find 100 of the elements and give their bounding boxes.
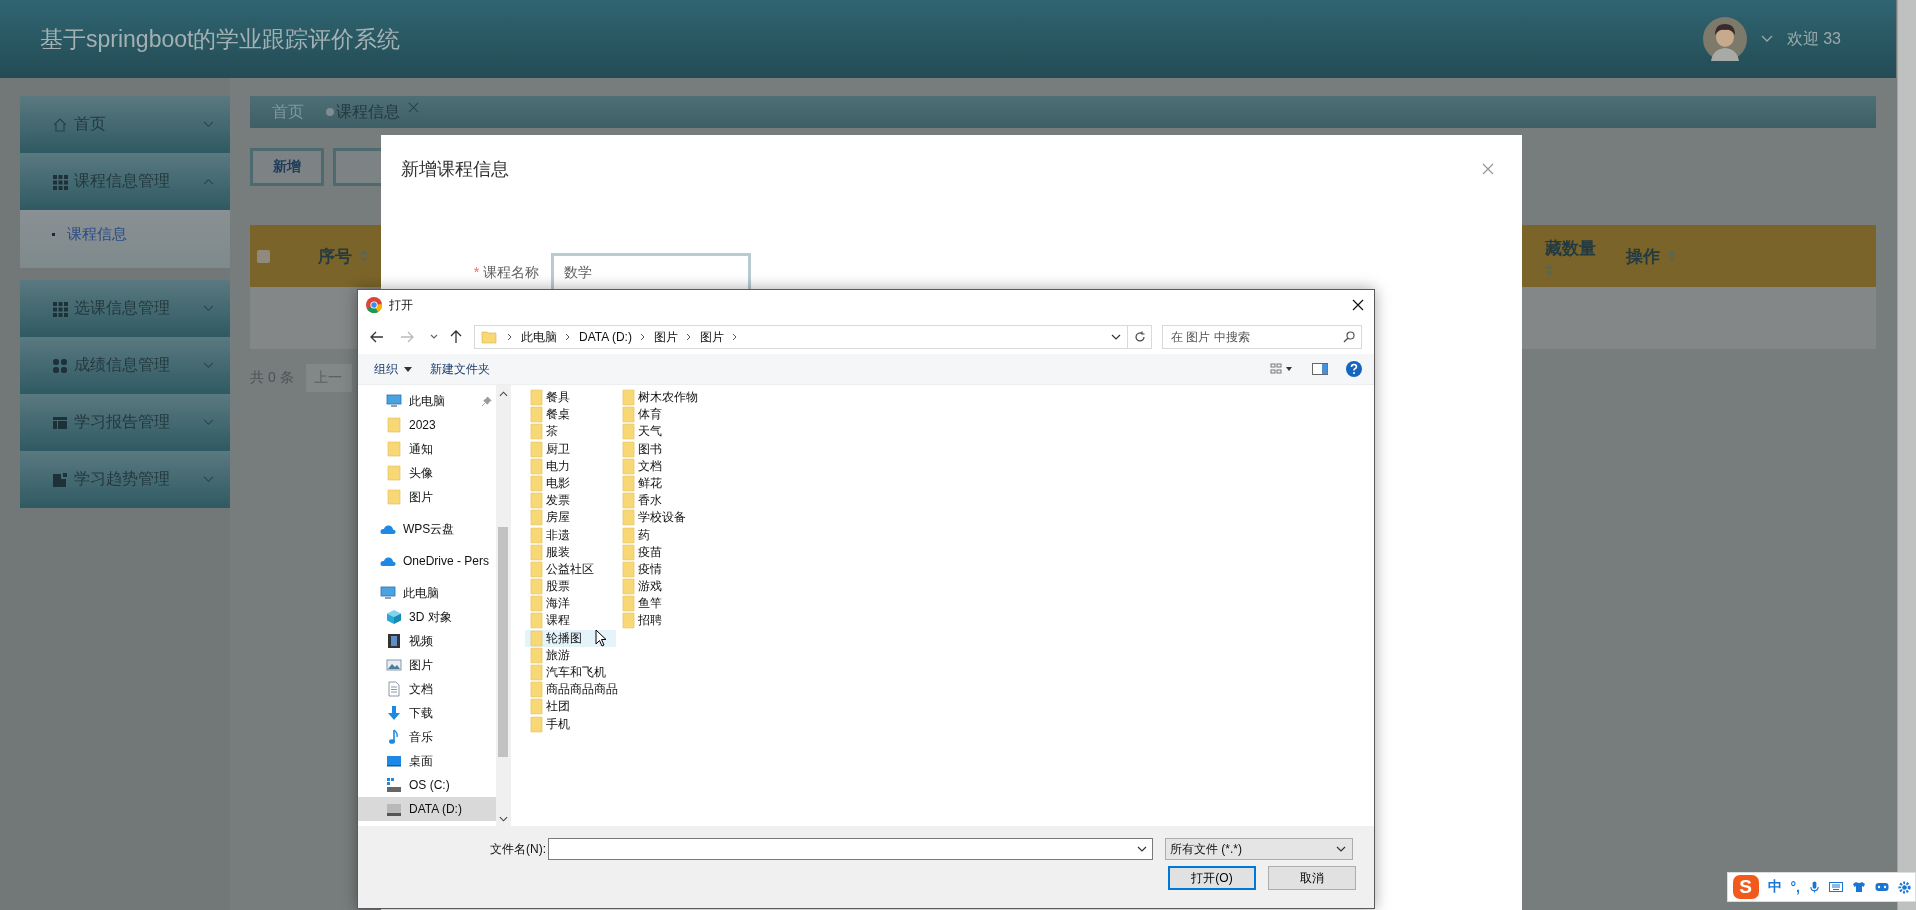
- nav-item[interactable]: 3D 对象: [358, 605, 496, 629]
- settings-icon[interactable]: [1898, 880, 1911, 894]
- folder-item[interactable]: 图书: [617, 440, 727, 458]
- folder-icon: [530, 646, 543, 664]
- folder-item[interactable]: 游戏: [617, 578, 727, 596]
- scrollbar[interactable]: [1897, 0, 1916, 910]
- folder-item[interactable]: 鱼竿: [617, 595, 727, 613]
- new-folder-button[interactable]: 新建文件夹: [430, 360, 490, 378]
- folder-item[interactable]: 汽车和飞机: [525, 664, 617, 681]
- dropdown-icon[interactable]: [1111, 334, 1121, 340]
- folder-item[interactable]: 树木农作物: [617, 389, 727, 406]
- folder-item[interactable]: 电影: [525, 474, 617, 492]
- folder-item[interactable]: 文档: [617, 457, 727, 475]
- nav-item[interactable]: 头像: [358, 461, 496, 485]
- scroll-up-icon[interactable]: [498, 391, 508, 397]
- path-segment[interactable]: DATA (D:): [579, 330, 632, 344]
- folder-item[interactable]: 餐具: [525, 389, 617, 406]
- layout-icon: [52, 414, 68, 431]
- dialog-title: 新增课程信息: [401, 158, 509, 181]
- dialog-button[interactable]: 打开(O): [1168, 866, 1256, 890]
- folder-item[interactable]: 鲜花: [617, 474, 727, 492]
- nav-item[interactable]: 此电脑: [358, 389, 496, 413]
- folder-item[interactable]: 学校设备: [617, 509, 727, 527]
- preview-pane-button[interactable]: [1312, 363, 1328, 375]
- folder-icon: [622, 595, 635, 613]
- folder-icon: [530, 406, 543, 424]
- folder-item[interactable]: 服装: [525, 543, 617, 561]
- nav-item[interactable]: OneDrive - Pers: [358, 549, 496, 573]
- path-segment[interactable]: 图片: [653, 328, 678, 346]
- back-arrow-icon[interactable]: [370, 331, 384, 343]
- folder-icon: [530, 526, 543, 544]
- nav-item[interactable]: 音乐: [358, 725, 496, 749]
- nav-item[interactable]: OS (C:): [358, 773, 496, 797]
- folder-item[interactable]: 疫苗: [617, 543, 727, 561]
- folder-item[interactable]: 发票: [525, 492, 617, 510]
- nav-item[interactable]: 文档: [358, 677, 496, 701]
- scrollbar[interactable]: [496, 385, 510, 826]
- folder-item[interactable]: 厨卫: [525, 440, 617, 458]
- microphone-icon[interactable]: [1809, 880, 1820, 894]
- folder-item[interactable]: 药: [617, 526, 727, 544]
- folder-item[interactable]: 手机: [525, 715, 617, 733]
- dropdown-icon[interactable]: [430, 334, 438, 340]
- avatar-icon[interactable]: [1702, 17, 1747, 61]
- caret-icon[interactable]: [1760, 35, 1773, 43]
- close-icon[interactable]: [1352, 299, 1364, 311]
- folder-item[interactable]: 商品商品商品: [525, 681, 617, 699]
- dropdown-icon[interactable]: [1137, 846, 1147, 852]
- pin-icon[interactable]: [481, 395, 492, 407]
- home-icon: [52, 116, 68, 133]
- folder-item[interactable]: 餐桌: [525, 406, 617, 424]
- folder-item[interactable]: 课程: [525, 612, 617, 630]
- folder-item[interactable]: 茶: [525, 423, 617, 441]
- folder-item[interactable]: 香水: [617, 492, 727, 510]
- folder-icon: [386, 489, 402, 505]
- scroll-down-icon[interactable]: [498, 816, 508, 822]
- nav-item[interactable]: 图片: [358, 653, 496, 677]
- grid-icon: [52, 300, 68, 317]
- nav-item[interactable]: 2023: [358, 413, 496, 437]
- folder-item[interactable]: 房屋: [525, 509, 617, 527]
- document-icon: [386, 681, 402, 697]
- keyboard-icon[interactable]: [1829, 882, 1843, 892]
- ime-mode-toggle[interactable]: °,: [1790, 879, 1800, 895]
- nav-item[interactable]: 下载: [358, 701, 496, 725]
- folder-item[interactable]: 社团: [525, 698, 617, 716]
- dialog-title: 打开: [389, 296, 413, 314]
- folder-item[interactable]: 轮播图: [525, 629, 616, 647]
- nav-item[interactable]: 此电脑: [358, 581, 496, 605]
- folder-item[interactable]: 公益社区: [525, 560, 617, 578]
- filename-field[interactable]: [548, 838, 1153, 860]
- nav-item[interactable]: 图片: [358, 485, 496, 509]
- address-bar[interactable]: 此电脑 DATA (D:) 图片 图片: [474, 325, 1128, 349]
- refresh-button[interactable]: [1128, 325, 1152, 349]
- shirt-icon[interactable]: [1852, 881, 1866, 893]
- nav-item[interactable]: 桌面: [358, 749, 496, 773]
- folder-item[interactable]: 旅游: [525, 646, 617, 664]
- nav-item[interactable]: 通知: [358, 437, 496, 461]
- nav-item[interactable]: WPS云盘: [358, 517, 496, 541]
- folder-item[interactable]: 体育: [617, 406, 727, 424]
- chevron-icon: [203, 305, 214, 312]
- path-segment[interactable]: 此电脑: [521, 328, 557, 346]
- folder-item[interactable]: 海洋: [525, 595, 617, 613]
- checkbox[interactable]: [257, 249, 270, 263]
- folder-item[interactable]: 电力: [525, 457, 617, 475]
- view-options-button[interactable]: [1270, 363, 1294, 375]
- search-field[interactable]: 在 图片 中搜索: [1162, 325, 1362, 349]
- path-segment[interactable]: 图片: [699, 328, 724, 346]
- gamepad-icon[interactable]: [1875, 882, 1889, 892]
- file-type-select[interactable]: 所有文件 (*.*): [1165, 838, 1353, 860]
- ime-mode-toggle[interactable]: 中: [1767, 878, 1782, 896]
- nav-item[interactable]: DATA (D:): [358, 797, 496, 821]
- folder-item[interactable]: 疫情: [617, 560, 727, 578]
- up-arrow-icon[interactable]: [450, 330, 462, 344]
- folder-item[interactable]: 招聘: [617, 612, 727, 630]
- help-icon[interactable]: [1346, 361, 1362, 377]
- dialog-button[interactable]: 取消: [1268, 866, 1356, 890]
- folder-item[interactable]: 非遗: [525, 526, 617, 544]
- nav-item[interactable]: 视频: [358, 629, 496, 653]
- folder-item[interactable]: 天气: [617, 423, 727, 441]
- organize-button[interactable]: 组织: [374, 360, 412, 378]
- folder-item[interactable]: 股票: [525, 578, 617, 596]
